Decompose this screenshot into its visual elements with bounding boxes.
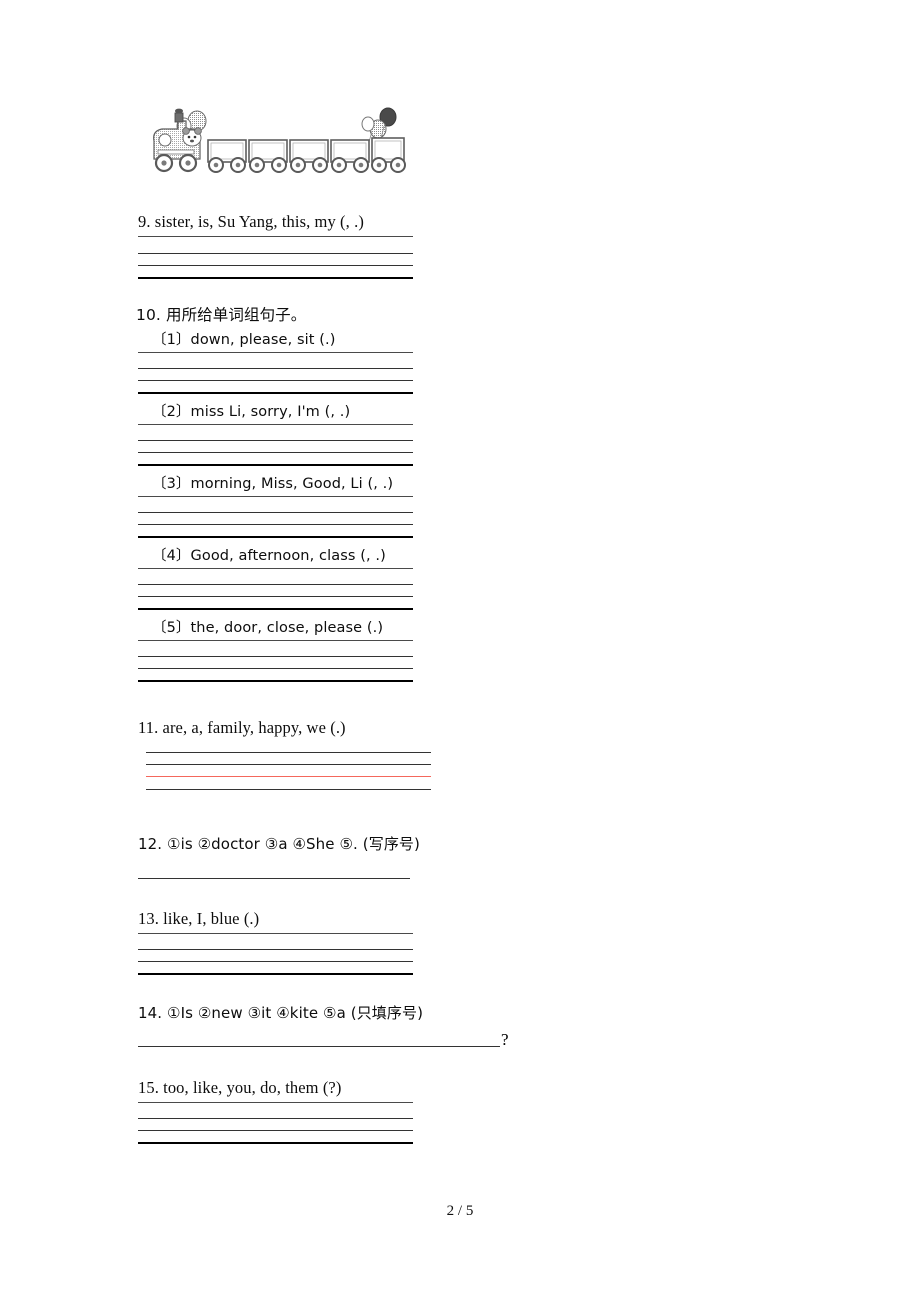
q10-4-answer-line-3[interactable] (138, 596, 413, 597)
question-11-prompt: 11. are, a, family, happy, we (.) (138, 718, 346, 737)
q10-2-answer-line-3[interactable] (138, 452, 413, 453)
q10-5-answer-line-4[interactable] (138, 680, 413, 682)
question-10-1-prompt: 〔1〕down, please, sit (.) (152, 332, 336, 348)
train-illustration (148, 107, 406, 179)
q13-answer-line-1[interactable] (138, 933, 413, 934)
train-car-3 (289, 139, 329, 173)
question-9-prompt: 9. sister, is, Su Yang, this, my (, .) (138, 212, 364, 231)
q10-5-answer-line-1[interactable] (138, 640, 413, 641)
question-12-prompt: 12. ①is ②doctor ③a ④She ⑤. (写序号) (138, 835, 420, 853)
q10-1-answer-line-4[interactable] (138, 392, 413, 394)
train-car-2 (248, 139, 288, 173)
q10-5-answer-line-2[interactable] (138, 656, 413, 657)
q15-answer-line-1[interactable] (138, 1102, 413, 1103)
q11-answer-line-4[interactable] (146, 789, 431, 790)
q11-answer-line-1[interactable] (146, 752, 431, 753)
question-10-5-prompt: 〔5〕the, door, close, please (.) (152, 620, 384, 636)
train-car-1 (207, 139, 247, 173)
q9-answer-line-1[interactable] (138, 236, 413, 237)
worksheet-page: 9. sister, is, Su Yang, this, my (, .) 1… (0, 0, 920, 1302)
q11-answer-line-3-highlighted[interactable] (146, 776, 431, 777)
question-15-prompt: 15. too, like, you, do, them (?) (138, 1078, 342, 1097)
q15-answer-line-2[interactable] (138, 1118, 413, 1119)
q10-3-answer-line-1[interactable] (138, 496, 413, 497)
q10-2-answer-line-4[interactable] (138, 464, 413, 466)
q9-answer-line-3[interactable] (138, 265, 413, 266)
q9-answer-line-2[interactable] (138, 253, 413, 254)
question-14-prompt: 14. ①Is ②new ③it ④kite ⑤a (只填序号) (138, 1004, 424, 1022)
q13-answer-line-3[interactable] (138, 961, 413, 962)
q10-4-answer-line-4[interactable] (138, 608, 413, 610)
q14-answer-line-1[interactable] (138, 1046, 500, 1047)
q10-2-answer-line-1[interactable] (138, 424, 413, 425)
q10-1-answer-line-2[interactable] (138, 368, 413, 369)
q10-4-answer-line-2[interactable] (138, 584, 413, 585)
page-number-footer: 2 / 5 (446, 1203, 474, 1219)
question-10-3-prompt: 〔3〕morning, Miss, Good, Li (, .) (152, 476, 394, 492)
q10-1-answer-line-3[interactable] (138, 380, 413, 381)
q11-answer-line-2[interactable] (146, 764, 431, 765)
question-10-prompt: 10. 用所给单词组句子。 (136, 306, 307, 324)
question-10-2-prompt: 〔2〕miss Li, sorry, I'm (, .) (152, 404, 351, 420)
q13-answer-line-4[interactable] (138, 973, 413, 975)
q10-3-answer-line-2[interactable] (138, 512, 413, 513)
q15-answer-line-4[interactable] (138, 1142, 413, 1144)
q10-3-answer-line-4[interactable] (138, 536, 413, 538)
q14-trailing-question-mark: ? (501, 1030, 509, 1049)
train-car-5 (371, 137, 406, 173)
q10-2-answer-line-2[interactable] (138, 440, 413, 441)
q10-1-answer-line-1[interactable] (138, 352, 413, 353)
train-car-4 (330, 139, 370, 173)
q10-5-answer-line-3[interactable] (138, 668, 413, 669)
q12-answer-line-1[interactable] (138, 878, 410, 879)
q13-answer-line-2[interactable] (138, 949, 413, 950)
q9-answer-line-4[interactable] (138, 277, 413, 279)
question-10-4-prompt: 〔4〕Good, afternoon, class (, .) (152, 548, 386, 564)
question-13-prompt: 13. like, I, blue (.) (138, 909, 260, 928)
q10-4-answer-line-1[interactable] (138, 568, 413, 569)
q15-answer-line-3[interactable] (138, 1130, 413, 1131)
q10-3-answer-line-3[interactable] (138, 524, 413, 525)
